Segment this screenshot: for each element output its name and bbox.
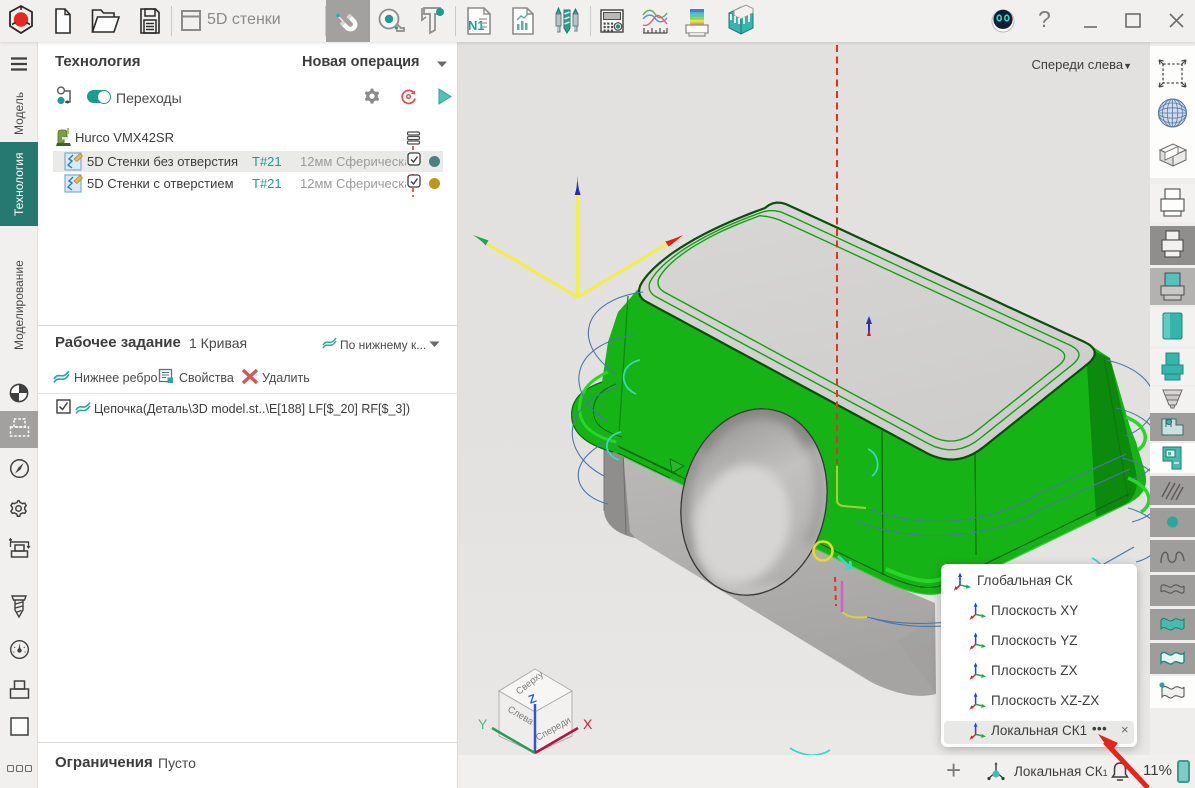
svg-text:X: X — [583, 716, 593, 732]
svg-text:Y: Y — [478, 716, 488, 732]
svg-text:N1: N1 — [468, 18, 485, 33]
